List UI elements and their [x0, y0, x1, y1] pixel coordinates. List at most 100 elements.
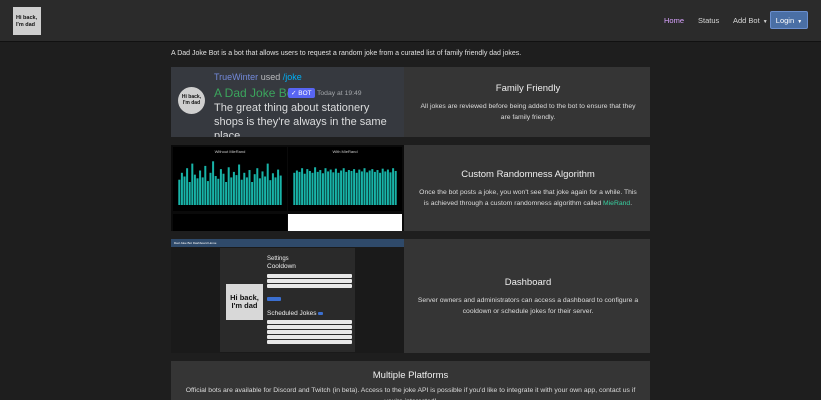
histogram-with-bar: [345, 171, 348, 205]
dashboard-logo-line-2: I'm dad: [231, 301, 258, 310]
joke-message: The great thing about stationery shops i…: [214, 102, 387, 137]
feature-text: Official bots are available for Discord …: [185, 387, 636, 400]
histogram-without-bar: [256, 168, 259, 205]
histogram-without-bar: [235, 175, 238, 205]
histogram-with-bar: [353, 169, 356, 205]
histogram-without-bar: [264, 176, 267, 205]
histogram-without-bar: [217, 178, 220, 205]
feature-text: Once the bot posts a joke, you won't see…: [416, 188, 640, 209]
histogram-without-bar: [225, 182, 228, 205]
histogram-without-title: Without MieRand: [214, 149, 246, 154]
histogram-with-bar: [334, 168, 337, 205]
histogram-with-bar: [298, 171, 301, 205]
histogram-without-bar: [206, 181, 209, 205]
histogram-without-bar: [240, 179, 243, 205]
histogram-with-bar: [392, 168, 395, 205]
avatar-line-2: I'm dad: [182, 100, 201, 106]
histogram-with-bar: [394, 170, 397, 205]
discord-preview-image: Hi back, I'm dad TrueWinter used /joke A…: [171, 67, 404, 137]
dashboard-logo: Hi back, I'm dad: [226, 284, 263, 320]
feature-card-multiple-platforms: Multiple Platforms Official bots are ava…: [171, 361, 650, 400]
badge-icon: [318, 311, 324, 315]
feature-text: All jokes are reviewed before being adde…: [420, 103, 636, 121]
histogram-without-bar: [258, 178, 261, 205]
histogram-with-bar: [319, 170, 322, 205]
histogram-with-bar: [306, 169, 309, 205]
histogram-without-bar: [178, 179, 181, 205]
cooldown-heading: Cooldown: [267, 263, 296, 270]
feature-title: Family Friendly: [495, 83, 561, 94]
histogram-without-bar: [188, 182, 191, 205]
login-label: Login: [775, 16, 795, 25]
nav-add-bot-dropdown[interactable]: Add Bot ▼: [733, 16, 768, 25]
schedule-input: [267, 335, 352, 339]
chevron-down-icon: ▼: [762, 19, 768, 25]
histogram-with-bar: [347, 170, 350, 205]
save-cooldown-button: [267, 297, 281, 301]
feature-card-dashboard: Dad Joke Bot Dashboard Home Hi back, I'm…: [171, 239, 650, 353]
histogram-with-bar: [337, 172, 340, 205]
feature-body: Multiple Platforms Official bots are ava…: [181, 370, 640, 400]
histogram-with-bar: [301, 168, 304, 205]
command-user: TrueWinter: [214, 72, 259, 82]
bot-badge: ✓ BOT: [288, 88, 315, 98]
histogram-with-bar: [358, 169, 361, 205]
histogram-without-bar: [253, 174, 256, 205]
feature-title: Dashboard: [504, 277, 552, 288]
results-table: [173, 214, 287, 231]
feature-text-after: .: [630, 199, 633, 207]
histogram-without-bar: [279, 175, 282, 205]
nav-home-link[interactable]: Home: [664, 16, 684, 25]
feature-body: Custom Randomness Algorithm Once the bot…: [416, 145, 640, 231]
histogram-without-bar: [204, 165, 207, 205]
feature-body: Family Friendly All jokes are reviewed b…: [416, 67, 640, 137]
feature-title: Multiple Platforms: [372, 370, 449, 381]
site-logo[interactable]: Hi back, I'm dad: [13, 7, 41, 35]
histogram-with-bar: [379, 172, 382, 205]
histogram-without-bar: [261, 171, 264, 205]
histogram-with-bar: [295, 170, 298, 205]
histogram-without-bar: [243, 172, 246, 205]
histogram-with-bar: [332, 172, 335, 205]
navbar: Hi back, I'm dad Home Status Add Bot ▼ L…: [0, 0, 821, 42]
histogram-without-bar: [201, 177, 204, 205]
histogram-with-bar: [303, 173, 306, 205]
nav-status-link[interactable]: Status: [698, 16, 719, 25]
histogram-with-bar: [366, 172, 369, 205]
histogram-with-bar: [314, 167, 317, 205]
add-bot-label: Add Bot: [733, 16, 760, 25]
histogram-with-bar: [311, 172, 314, 205]
histogram-without-bar: [269, 180, 272, 205]
feature-card-randomness: Without MieRand With MieRand Custom Rand…: [171, 145, 650, 231]
login-button[interactable]: Login ▼: [770, 11, 808, 29]
chevron-down-icon: ▼: [797, 19, 803, 25]
dashboard-preview-image: Dad Joke Bot Dashboard Home Hi back, I'm…: [171, 239, 404, 353]
used-word: used: [260, 72, 281, 82]
scheduled-jokes-label: Scheduled Jokes: [267, 310, 317, 317]
histogram-with-bar: [324, 168, 327, 205]
histogram-without-bar: [277, 169, 280, 205]
results-note: [288, 214, 402, 231]
schedule-input: [267, 330, 352, 334]
dashboard-topbar: Dad Joke Bot Dashboard Home: [171, 239, 404, 247]
histogram-without-bar: [180, 172, 183, 205]
bot-name: A Dad Joke Bot: [214, 86, 297, 100]
scheduled-jokes-heading: Scheduled Jokes: [267, 310, 352, 317]
cooldown-input: [267, 274, 352, 278]
histogram-with-bar: [308, 170, 311, 205]
histogram-with-bar: [355, 172, 358, 205]
histogram-without-bar: [248, 170, 251, 205]
histogram-without-bar: [251, 182, 254, 205]
bot-avatar: Hi back, I'm dad: [178, 87, 205, 114]
histogram-with-bar: [340, 170, 343, 205]
histogram-without-bar: [245, 177, 248, 205]
histogram-without-bar: [232, 171, 235, 205]
histogram-with-bar: [368, 170, 371, 205]
histogram-without-bar: [191, 163, 194, 205]
histogram-with-bar: [373, 171, 376, 205]
mierand-link[interactable]: MieRand: [603, 200, 630, 207]
histogram-without-bar: [227, 167, 230, 205]
histogram-without-bar: [209, 172, 212, 205]
histogram-with-bar: [381, 168, 384, 205]
histogram-without-bar: [186, 168, 189, 205]
